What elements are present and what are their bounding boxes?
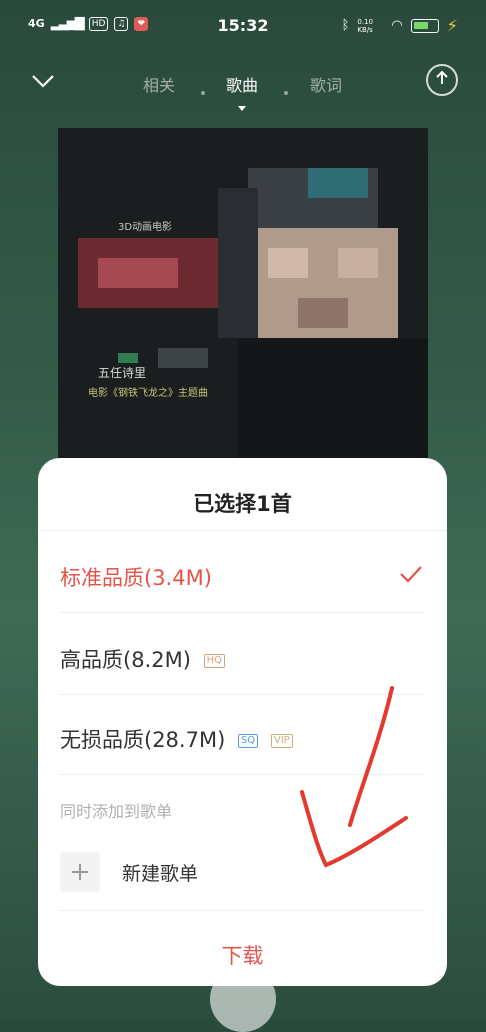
download-quality-sheet: 已选择1首 标准品质(3.4M) 高品质(8.2M) HQ 无损品质(28.7M… <box>38 458 447 986</box>
collapse-chevron-icon[interactable] <box>30 68 56 94</box>
top-nav: 相关 歌曲 歌词 <box>0 60 486 111</box>
option-label: 标准品质(3.4M) <box>60 566 212 590</box>
tab-lyrics[interactable]: 歌词 <box>310 72 342 96</box>
tab-song[interactable]: 歌曲 <box>226 72 258 96</box>
cover-text-movie: 电影《钢铁飞龙之》主题曲 <box>88 388 208 399</box>
plus-icon[interactable] <box>60 852 100 892</box>
battery-icon <box>410 18 439 33</box>
check-icon <box>400 566 422 583</box>
add-to-playlist-label: 同时添加到歌单 <box>60 802 173 821</box>
quality-option-high[interactable]: 高品质(8.2M) HQ <box>60 644 425 674</box>
download-button[interactable]: 下载 <box>38 940 447 970</box>
divider <box>60 910 425 911</box>
tab-related[interactable]: 相关 <box>143 72 175 96</box>
quality-option-lossless[interactable]: 无损品质(28.7M) SQ VIP <box>60 724 425 754</box>
status-right: ᛒ 0.10 KB/s ◠ ⚡ <box>342 16 458 35</box>
option-label: 无损品质(28.7M) <box>60 728 226 752</box>
share-icon[interactable] <box>426 64 458 96</box>
tab-separator <box>284 91 288 95</box>
divider <box>60 612 425 613</box>
active-tab-indicator <box>238 106 246 111</box>
charging-icon: ⚡ <box>446 16 458 35</box>
vip-badge: VIP <box>270 734 293 748</box>
hq-badge: HQ <box>203 654 225 668</box>
option-label: 高品质(8.2M) <box>60 648 191 672</box>
network-speed: 0.10 KB/s <box>357 17 374 34</box>
divider <box>38 530 447 531</box>
wifi-icon: ◠ <box>391 18 403 33</box>
divider <box>60 694 425 695</box>
cover-text-singer: 五任诗里 <box>98 366 147 380</box>
new-playlist-button[interactable]: 新建歌单 <box>122 859 198 886</box>
album-cover: 3D动画电影 五任诗里 电影《钢铁飞龙之》主题曲 <box>58 128 428 468</box>
quality-option-standard[interactable]: 标准品质(3.4M) <box>60 562 425 592</box>
bluetooth-icon: ᛒ <box>341 18 350 33</box>
sq-badge: SQ <box>237 734 259 748</box>
sheet-title: 已选择1首 <box>193 492 292 516</box>
tab-separator <box>201 91 205 95</box>
cover-text-top: 3D动画电影 <box>118 222 173 233</box>
divider <box>60 774 425 775</box>
status-bar: 4G ▂▃▅▇ HD ♫ ❤ 15:32 ᛒ 0.10 KB/s ◠ ⚡ <box>0 0 486 56</box>
